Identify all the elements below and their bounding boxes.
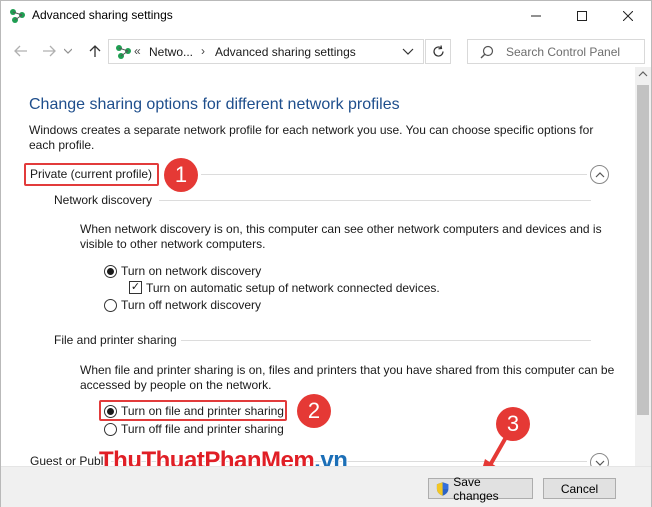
step-badge-3: 3	[496, 407, 530, 441]
back-button[interactable]	[11, 41, 31, 61]
page-description: Windows creates a separate network profi…	[29, 123, 594, 152]
private-profile-label[interactable]: Private (current profile)	[30, 167, 152, 181]
maximize-icon	[577, 11, 587, 21]
minimize-icon	[531, 15, 541, 17]
scroll-up-icon[interactable]	[638, 71, 648, 77]
footer-bar: Save changes Cancel	[1, 466, 651, 507]
save-changes-button[interactable]: Save changes	[428, 475, 533, 503]
close-icon	[623, 11, 633, 21]
section-divider	[201, 174, 587, 175]
main-content: Change sharing options for different net…	[1, 81, 635, 466]
arrow-right-icon	[43, 45, 56, 57]
window: Advanced sharing settings « Netwo... › A…	[0, 0, 652, 507]
chevron-down-icon[interactable]	[401, 44, 415, 58]
search-box[interactable]	[467, 39, 645, 64]
arrow-up-icon	[89, 45, 101, 57]
turn-off-file-sharing-label[interactable]: Turn off file and printer sharing	[121, 422, 284, 436]
checkbox-auto-setup[interactable]: ✓	[129, 281, 142, 294]
close-button[interactable]	[605, 1, 651, 31]
file-printer-sharing-title: File and printer sharing	[54, 333, 177, 347]
network-icon	[116, 45, 131, 59]
refresh-icon	[432, 45, 444, 57]
save-changes-label: Save changes	[453, 474, 499, 503]
cancel-button[interactable]: Cancel	[543, 478, 616, 499]
breadcrumb-overflow[interactable]: «	[134, 44, 141, 58]
maximize-button[interactable]	[559, 1, 605, 31]
file-printer-sharing-description: When file and printer sharing is on, fil…	[80, 363, 615, 392]
search-input[interactable]	[506, 43, 642, 61]
navigation-bar: « Netwo... › Advanced sharing settings	[1, 35, 651, 67]
chevron-up-icon	[595, 171, 604, 177]
up-button[interactable]	[85, 41, 105, 61]
subsection-divider	[181, 340, 591, 341]
subsection-divider	[159, 200, 591, 201]
network-discovery-description: When network discovery is on, this compu…	[80, 222, 602, 251]
auto-setup-label[interactable]: Turn on automatic setup of network conne…	[146, 281, 440, 295]
network-discovery-title: Network discovery	[54, 193, 153, 207]
guest-profile-label[interactable]: Guest or Publi	[30, 454, 106, 466]
vertical-scrollbar[interactable]	[635, 67, 651, 467]
window-title: Advanced sharing settings	[32, 8, 173, 22]
breadcrumb-advanced-sharing[interactable]: Advanced sharing settings	[215, 45, 356, 59]
arrow-left-icon	[14, 45, 27, 57]
breadcrumb-separator: ›	[201, 44, 205, 58]
cancel-label: Cancel	[560, 481, 599, 496]
uac-shield-icon	[436, 481, 449, 496]
minimize-button[interactable]	[513, 1, 559, 31]
refresh-button[interactable]	[425, 39, 451, 64]
recent-locations-button[interactable]	[61, 41, 75, 61]
step-badge-2: 2	[297, 394, 331, 428]
step-badge-1: 1	[164, 158, 198, 192]
radio-turn-off-network-discovery[interactable]	[104, 299, 117, 312]
radio-turn-on-network-discovery[interactable]	[104, 265, 117, 278]
network-icon	[10, 9, 25, 23]
turn-off-network-discovery-label[interactable]: Turn off network discovery	[121, 298, 261, 312]
title-bar: Advanced sharing settings	[1, 1, 651, 31]
chevron-down-icon	[64, 48, 72, 54]
expand-guest-button[interactable]	[590, 453, 609, 466]
chevron-down-icon	[595, 460, 604, 466]
turn-on-network-discovery-label[interactable]: Turn on network discovery	[121, 264, 261, 278]
radio-turn-on-file-sharing[interactable]	[104, 405, 117, 418]
scrollbar-thumb[interactable]	[637, 85, 649, 415]
search-icon	[480, 45, 494, 59]
page-heading: Change sharing options for different net…	[29, 96, 400, 113]
forward-button[interactable]	[39, 41, 59, 61]
radio-turn-off-file-sharing[interactable]	[104, 423, 117, 436]
collapse-private-button[interactable]	[590, 165, 609, 184]
address-bar[interactable]: « Netwo... › Advanced sharing settings	[108, 39, 424, 64]
breadcrumb-network[interactable]: Netwo...	[149, 45, 193, 59]
turn-on-file-sharing-label[interactable]: Turn on file and printer sharing	[121, 404, 284, 418]
